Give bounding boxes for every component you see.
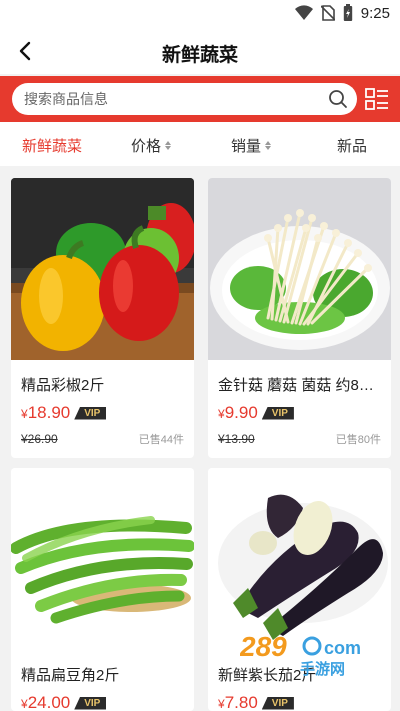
sold-count: 已售44件: [138, 434, 184, 446]
product-card[interactable]: 精品扁豆角2斤 ¥24.00 VIP: [11, 468, 194, 711]
vip-badge: VIP: [261, 696, 294, 710]
tab-sales-label: 销量: [231, 138, 262, 155]
vip-badge: VIP: [74, 696, 107, 710]
product-price: ¥24.00: [21, 693, 71, 711]
status-bar: 9:25: [0, 0, 400, 28]
product-image-enoki: [208, 178, 391, 360]
product-card[interactable]: 金针菇 蘑菇 菌菇 约8… ¥9.90 VIP ¥13.90 已售80件: [208, 178, 391, 458]
product-name: 精品扁豆角2斤: [21, 667, 120, 684]
product-name: 精品彩椒2斤: [21, 377, 105, 394]
meta-row: ¥13.90 已售80件: [218, 431, 381, 447]
sort-arrows-icon: [165, 141, 172, 150]
nav-bar: 新鲜蔬菜: [0, 28, 400, 74]
tab-price[interactable]: 价格: [131, 135, 172, 156]
original-price: ¥13.90: [218, 432, 255, 446]
page-title: 新鲜蔬菜: [161, 45, 238, 66]
original-price: ¥26.90: [21, 432, 58, 446]
svg-text:手游网: 手游网: [300, 660, 345, 678]
search-input[interactable]: 搜索商品信息: [12, 83, 357, 115]
product-image-eggplant: [208, 468, 391, 650]
price-row: ¥9.90 VIP: [218, 403, 391, 423]
product-price: ¥18.90: [21, 403, 71, 422]
product-price: ¥7.80: [218, 693, 258, 711]
sold-count: 已售80件: [335, 434, 381, 446]
tab-category[interactable]: 新鲜蔬菜: [22, 135, 82, 156]
tab-new[interactable]: 新品: [337, 135, 367, 156]
vip-badge: VIP: [261, 406, 294, 420]
price-row: ¥18.90 VIP: [21, 403, 194, 423]
price-row: ¥7.80 VIP: [218, 693, 391, 711]
svg-text:com: com: [324, 638, 361, 658]
price-row: ¥24.00 VIP: [21, 693, 194, 711]
search-icon[interactable]: [327, 88, 349, 110]
product-image-peppers: [11, 178, 194, 360]
status-icons: 9:25: [294, 4, 390, 22]
tab-sales[interactable]: 销量: [231, 135, 272, 156]
sort-arrows-icon: [265, 141, 272, 150]
tab-price-label: 价格: [131, 138, 162, 155]
tab-new-label: 新品: [337, 138, 368, 155]
product-image-beans: [11, 468, 194, 650]
status-time: 9:25: [360, 4, 390, 22]
watermark-logo: 289 com 手游网: [239, 630, 380, 678]
battery-icon: [343, 4, 352, 21]
tab-category-label: 新鲜蔬菜: [22, 138, 83, 155]
wifi-icon: [294, 5, 313, 21]
svg-text:289: 289: [240, 631, 287, 662]
layout-toggle-icon[interactable]: [364, 86, 390, 112]
search-band: 搜索商品信息: [0, 76, 400, 122]
product-card[interactable]: 精品彩椒2斤 ¥18.90 VIP ¥26.90 已售44件: [11, 178, 194, 458]
search-placeholder: 搜索商品信息: [24, 91, 108, 107]
vip-badge: VIP: [74, 406, 107, 420]
meta-row: ¥26.90 已售44件: [21, 431, 184, 447]
product-name: 金针菇 蘑菇 菌菇 约8…: [218, 377, 374, 394]
product-price: ¥9.90: [218, 403, 258, 422]
filter-bar: 新鲜蔬菜 价格 销量 新品: [0, 122, 400, 166]
no-sim-icon: [320, 5, 335, 21]
